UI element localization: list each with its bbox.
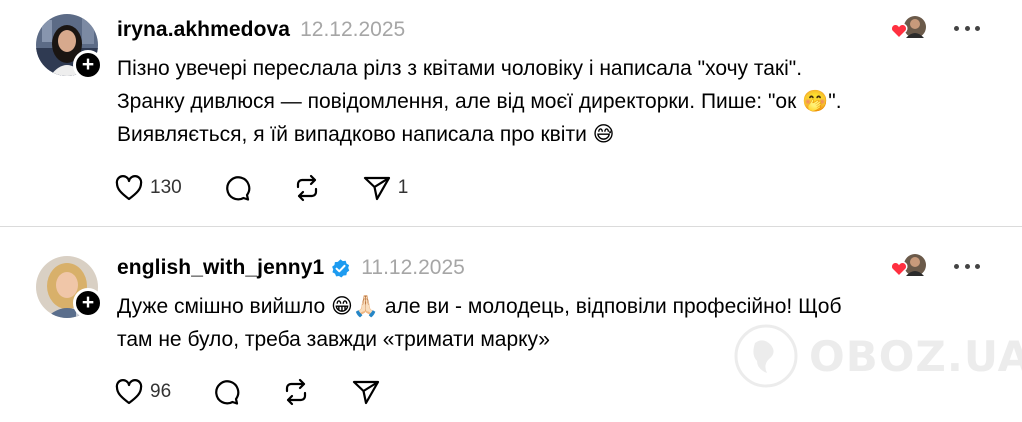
- comment-text-line: Пізно увечері переслала рілз з квітами ч…: [117, 57, 803, 80]
- globe-logo-icon: [734, 324, 798, 388]
- liked-by-author-indicator: [889, 14, 929, 42]
- timestamp: 11.12.2025: [361, 256, 465, 279]
- verified-badge-icon: [332, 258, 350, 278]
- repost-button[interactable]: [292, 174, 322, 202]
- share-count: 1: [397, 177, 409, 198]
- watermark: OBOZ.UA: [733, 318, 1022, 394]
- heart-icon: [114, 174, 144, 202]
- comment-button[interactable]: [222, 174, 252, 202]
- comment-header: english_with_jenny1 11.12.2025: [117, 252, 465, 284]
- comment-item: + iryna.akhmedova 12.12.2025 Пізно увече…: [0, 0, 1022, 226]
- share-button[interactable]: [351, 378, 381, 406]
- heart-icon: [114, 378, 144, 406]
- comment-button[interactable]: [211, 378, 241, 406]
- follow-plus-icon[interactable]: +: [73, 288, 103, 318]
- follow-plus-icon[interactable]: +: [73, 50, 103, 80]
- like-count: 130: [150, 177, 182, 198]
- username[interactable]: english_with_jenny1: [117, 256, 324, 280]
- comment-header: iryna.akhmedova 12.12.2025: [117, 14, 405, 46]
- comment-text: Пізно увечері переслала рілз з квітами ч…: [117, 52, 997, 151]
- share-button[interactable]: 1: [362, 174, 409, 202]
- more-icon[interactable]: [954, 15, 980, 41]
- comment-icon: [222, 174, 252, 202]
- action-bar: 130 1: [114, 174, 448, 202]
- repost-icon: [281, 378, 311, 406]
- repost-button[interactable]: [281, 378, 311, 406]
- comment-text-line: Виявляється, я їй випадково написала про…: [117, 123, 615, 146]
- repost-icon: [292, 174, 322, 202]
- watermark-text: OBOZ.UA: [809, 331, 1022, 381]
- liked-by-author-indicator: [889, 252, 929, 280]
- like-button[interactable]: 130: [114, 174, 182, 202]
- username[interactable]: iryna.akhmedova: [117, 18, 290, 42]
- send-icon: [362, 174, 392, 202]
- action-bar: 96: [114, 378, 421, 406]
- more-icon[interactable]: [954, 253, 980, 279]
- comment-icon: [211, 378, 241, 406]
- send-icon: [351, 378, 381, 406]
- comment-text-line: Зранку дивлюся — повідомлення, але від м…: [117, 90, 842, 113]
- like-count: 96: [150, 381, 172, 402]
- like-button[interactable]: 96: [114, 378, 171, 406]
- divider: [0, 226, 1022, 227]
- timestamp: 12.12.2025: [300, 18, 406, 41]
